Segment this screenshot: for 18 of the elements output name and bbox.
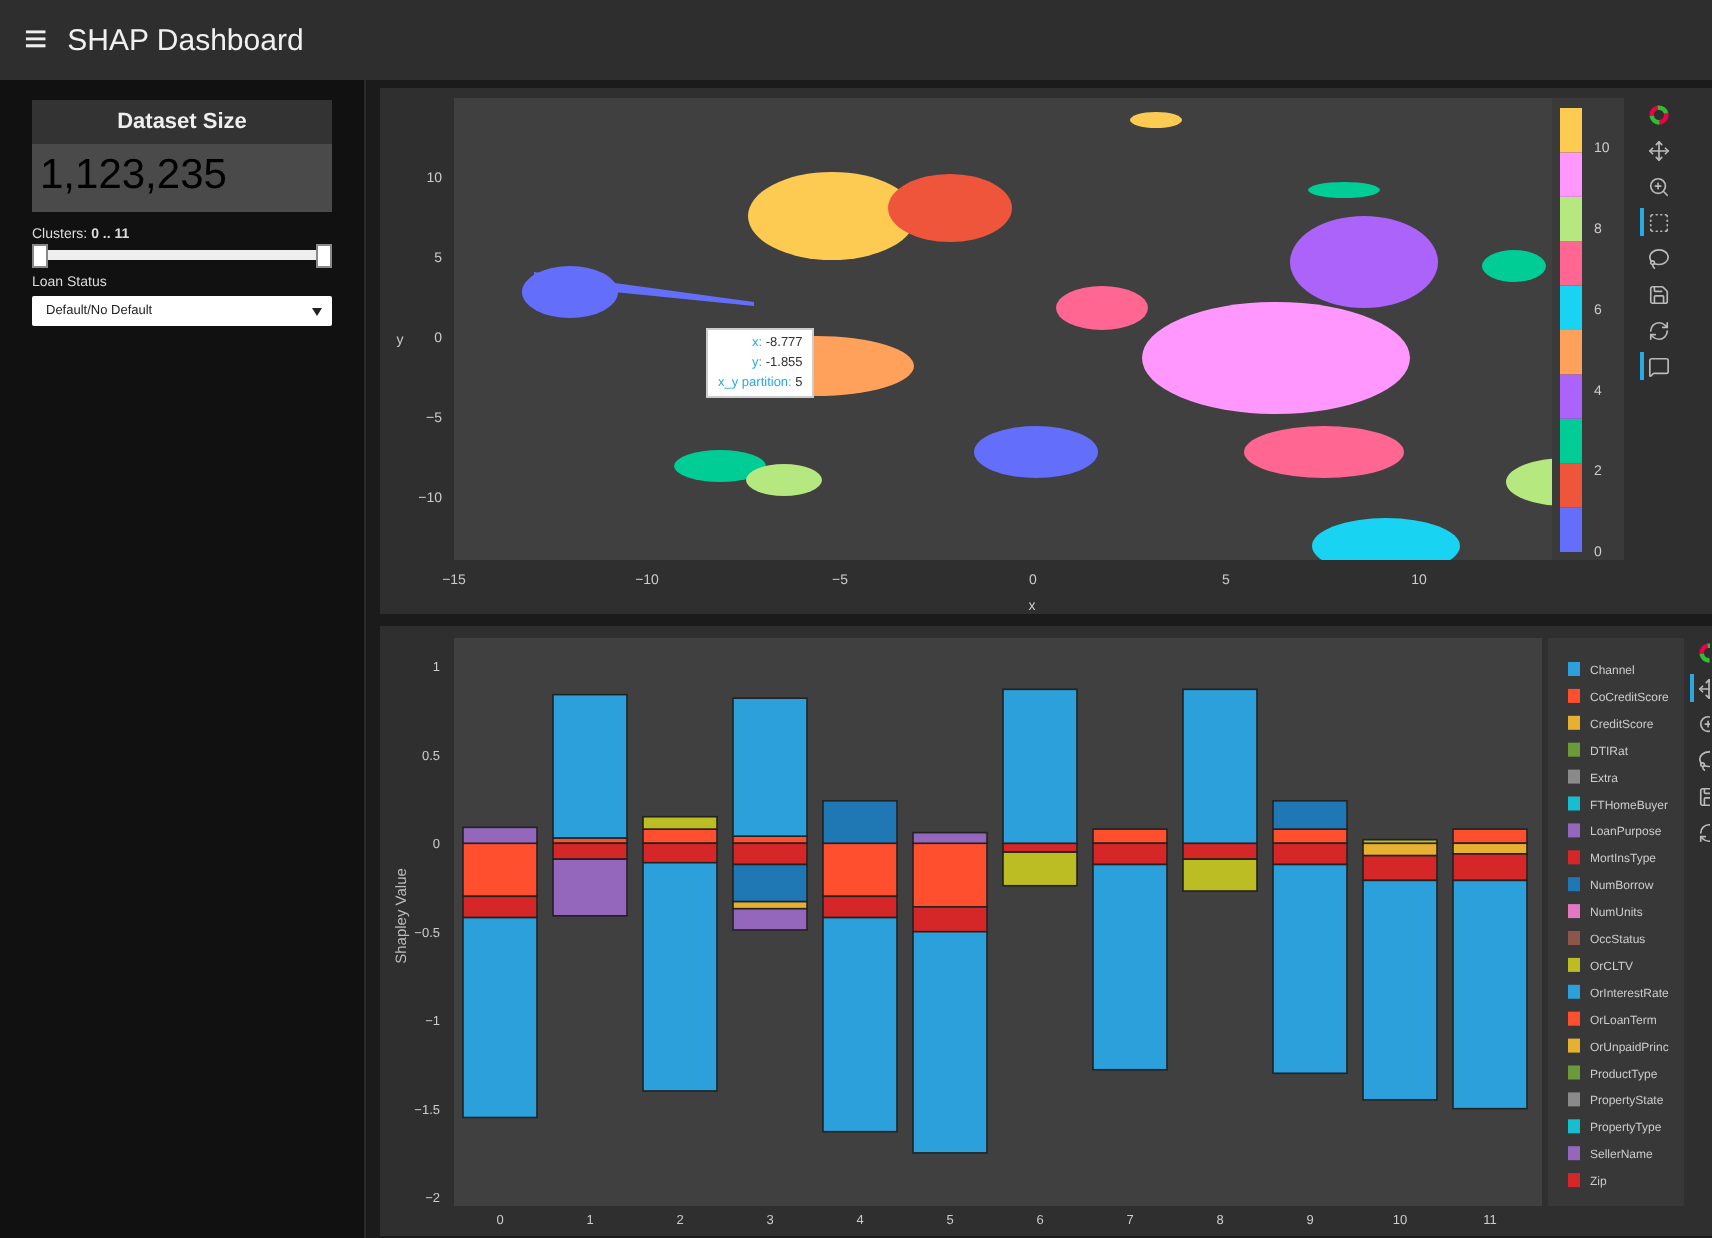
pan-icon[interactable] [1647,139,1669,161]
reset-icon[interactable] [1647,319,1669,341]
logo-icon[interactable] [1647,103,1669,125]
lasso-icon[interactable] [1647,247,1669,269]
card-value: 1,123,235 [32,144,332,212]
slider-handle[interactable] [32,244,48,268]
hover-icon[interactable] [1647,355,1669,377]
zoom-icon[interactable] [1647,175,1669,197]
select-icon[interactable] [1647,211,1669,233]
slider-handle[interactable] [316,244,332,268]
bar-segment [822,800,898,845]
app-title: SHAP Dashboard [67,23,304,57]
save-icon[interactable] [1647,283,1669,305]
bar-segment [1092,828,1168,845]
caret-icon [312,307,322,315]
bar-segment [1452,828,1528,845]
menu-button[interactable]: ≡ [24,20,48,60]
card-title: Dataset Size [32,100,332,144]
